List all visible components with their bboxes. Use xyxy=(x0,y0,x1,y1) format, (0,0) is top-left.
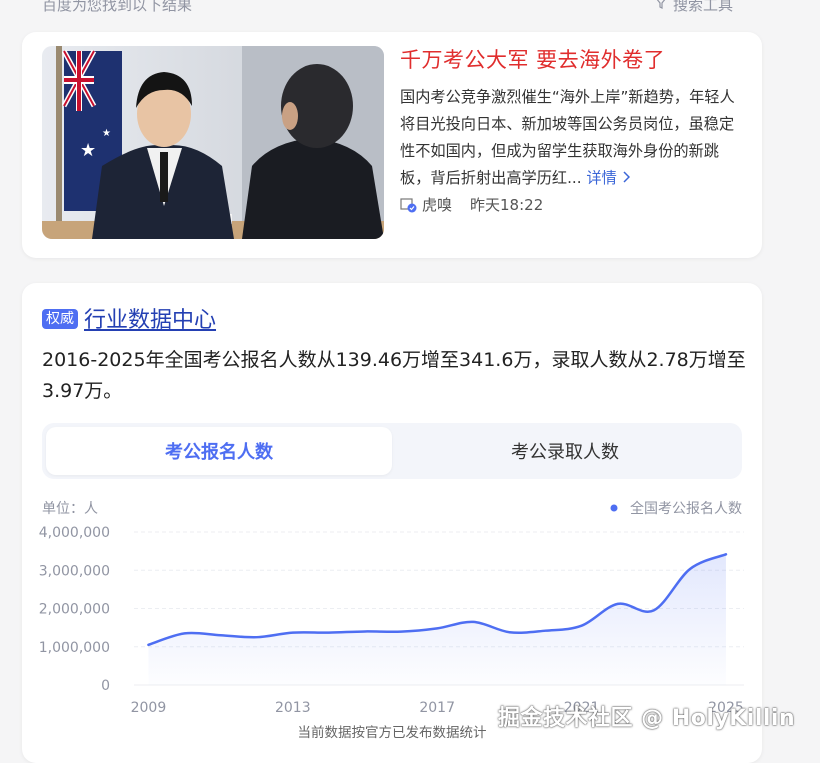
search-tools-button[interactable]: 搜索工具 xyxy=(655,0,733,15)
y-tick-label: 2,000,000 xyxy=(39,602,110,618)
watermark-text: 掘金技术社区 @ HolyKillin xyxy=(498,706,796,731)
y-tick-label: 3,000,000 xyxy=(39,563,110,579)
tab-admitted[interactable]: 考公录取人数 xyxy=(392,427,738,475)
data-point xyxy=(472,621,474,623)
legend-label: 全国考公报名人数 xyxy=(630,500,742,517)
data-point xyxy=(616,603,618,605)
legend-marker xyxy=(610,504,618,512)
top-bar: 百度为您找到以下结果 搜索工具 xyxy=(0,0,820,22)
x-tick-label: 2013 xyxy=(275,700,311,716)
data-point xyxy=(544,629,546,631)
news-details-link[interactable]: 详情 xyxy=(586,169,630,187)
chart-tabs: 考公报名人数 考公录取人数 xyxy=(42,423,742,479)
data-point xyxy=(364,630,366,632)
x-tick-label: 2017 xyxy=(419,700,455,716)
news-title[interactable]: 千万考公大军 要去海外卷了 xyxy=(400,44,665,74)
y-tick-label: 0 xyxy=(101,678,110,694)
svg-text:★: ★ xyxy=(80,140,96,161)
chevron-right-icon xyxy=(622,169,630,187)
news-thumbnail[interactable]: ★ ★ xyxy=(42,46,384,239)
news-meta: 虎嗅 昨天18:22 xyxy=(400,194,543,215)
data-point xyxy=(219,634,221,636)
results-found-text: 百度为您找到以下结果 xyxy=(42,0,193,14)
filter-icon xyxy=(655,0,667,14)
source-logo-icon xyxy=(400,197,417,213)
y-tick-label: 1,000,000 xyxy=(39,640,110,656)
data-center-card: 权威 行业数据中心 2016-2025年全国考公报名人数从139.46万增至34… xyxy=(22,283,762,763)
interview-photo-icon: ★ ★ xyxy=(42,46,384,239)
data-summary: 2016-2025年全国考公报名人数从139.46万增至341.6万，录取人数从… xyxy=(42,349,746,402)
news-snippet-text: 国内考公竞争激烈催生“海外上岸”新趋势，年轻人将目光投向日本、新加坡等国公务员岗… xyxy=(400,88,735,187)
x-tick-label: 2009 xyxy=(131,700,167,716)
data-point xyxy=(653,609,655,611)
chart-unit-label: 单位：人 xyxy=(42,501,98,517)
authority-badge: 权威 xyxy=(42,309,78,329)
data-point xyxy=(400,630,402,632)
data-point xyxy=(147,644,149,646)
y-tick-label: 4,000,000 xyxy=(39,525,110,541)
data-center-title[interactable]: 行业数据中心 xyxy=(84,302,216,334)
data-point xyxy=(580,625,582,627)
news-card[interactable]: ★ ★ 千万考公大军 要去海外卷了 国内考公竞争激烈催生“海外上岸”新趋势，年轻… xyxy=(22,32,762,258)
data-point xyxy=(508,631,510,633)
data-point xyxy=(689,568,691,570)
data-footnote: 当前数据按官方已发布数据统计 xyxy=(298,724,487,741)
search-tools-label: 搜索工具 xyxy=(673,0,734,14)
news-time: 昨天18:22 xyxy=(470,196,544,214)
news-details-label: 详情 xyxy=(586,169,617,187)
data-point xyxy=(183,632,185,634)
news-snippet: 国内考公竞争激烈催生“海外上岸”新趋势，年轻人将目光投向日本、新加坡等国公务员岗… xyxy=(400,84,745,192)
data-point xyxy=(436,627,438,629)
data-point xyxy=(328,631,330,633)
news-source[interactable]: 虎嗅 xyxy=(422,194,452,215)
svg-text:★: ★ xyxy=(102,128,111,139)
data-point xyxy=(256,636,258,638)
data-point xyxy=(292,631,294,633)
data-point xyxy=(725,553,727,555)
series-area xyxy=(148,554,726,685)
tab-applicants[interactable]: 考公报名人数 xyxy=(46,427,392,475)
